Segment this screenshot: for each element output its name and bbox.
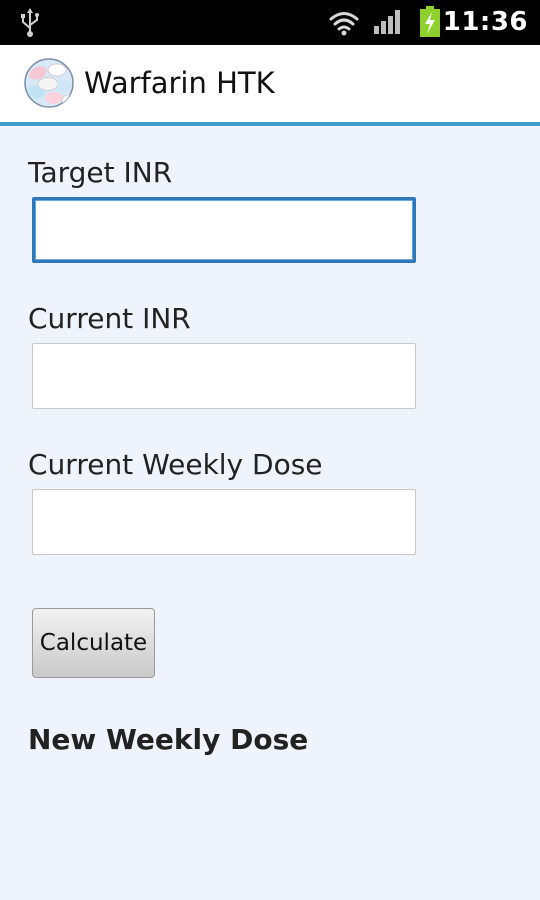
- calculate-button[interactable]: Calculate: [32, 608, 155, 678]
- weekly-dose-label: Current Weekly Dose: [28, 448, 323, 481]
- app-title: Warfarin HTK: [84, 66, 275, 100]
- target-inr-input[interactable]: [32, 197, 416, 263]
- target-inr-label: Target INR: [28, 156, 173, 189]
- status-clock: 11:36: [442, 7, 528, 37]
- wifi-icon: [329, 12, 359, 36]
- weekly-dose-input[interactable]: [32, 489, 416, 555]
- new-weekly-dose-heading: New Weekly Dose: [28, 723, 309, 756]
- current-inr-input[interactable]: [32, 343, 416, 409]
- title-divider: [0, 122, 540, 126]
- usb-icon: [21, 8, 39, 37]
- pills-icon: [24, 58, 74, 108]
- battery-charging-icon: [420, 6, 440, 37]
- current-inr-label: Current INR: [28, 302, 191, 335]
- action-bar: Warfarin HTK: [0, 45, 540, 122]
- signal-icon: [374, 10, 400, 34]
- status-bar: 11:36: [0, 0, 540, 45]
